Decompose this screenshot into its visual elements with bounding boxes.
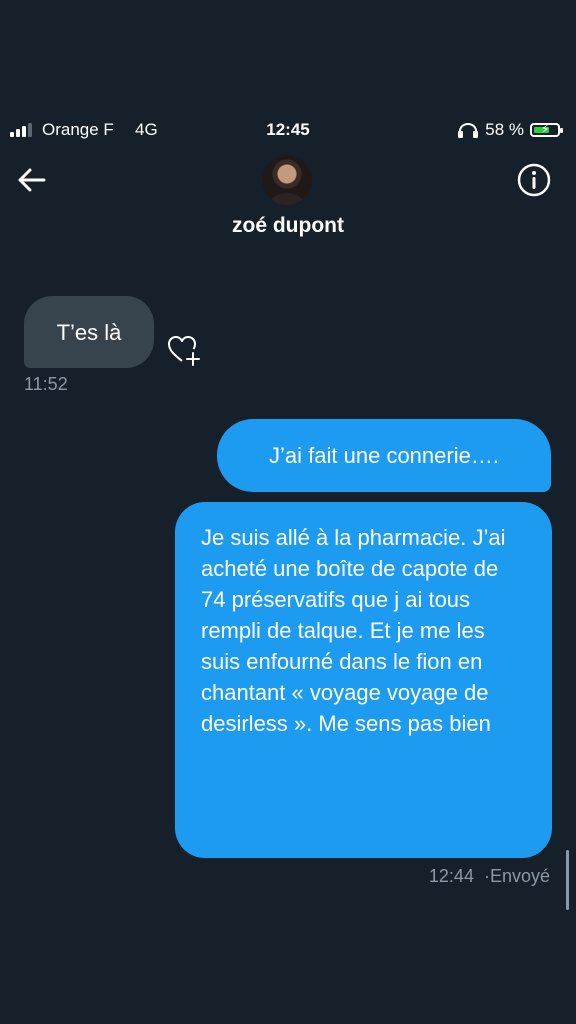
info-circle-icon — [517, 163, 551, 197]
heart-plus-icon — [168, 336, 200, 366]
message-timestamp: 12:44 — [428, 866, 474, 886]
sent-message-bubble[interactable]: Je suis allé à la pharmacie. J’ai acheté… — [175, 502, 552, 858]
sent-message-bubble[interactable]: J’ai fait une connerie…. — [217, 419, 551, 492]
back-button[interactable] — [14, 162, 50, 198]
message-text: Je suis allé à la pharmacie. J’ai acheté… — [201, 525, 506, 736]
message-meta: 12:44 ·Envoyé — [429, 866, 550, 887]
contact-name[interactable]: zoé dupont — [0, 214, 576, 238]
headphones-icon — [458, 123, 479, 138]
message-status: Envoyé — [489, 866, 550, 886]
message-text: T’es là — [56, 319, 122, 345]
contact-avatar[interactable] — [262, 155, 312, 205]
message-text: J’ai fait une connerie…. — [269, 443, 499, 468]
status-bar: Orange F 4G 12:45 58 % ⚡ — [0, 118, 576, 144]
scrollbar[interactable] — [566, 850, 569, 910]
battery-icon: ⚡ — [530, 122, 563, 137]
arrow-left-icon — [18, 168, 46, 192]
react-button[interactable] — [166, 333, 202, 367]
message-timestamp: 11:52 — [24, 374, 68, 394]
battery-percent: 58 % — [485, 120, 524, 139]
received-message-bubble[interactable]: T’es là — [24, 296, 154, 368]
status-right: 58 % ⚡ — [457, 120, 563, 140]
conversation-info-button[interactable] — [516, 162, 552, 198]
